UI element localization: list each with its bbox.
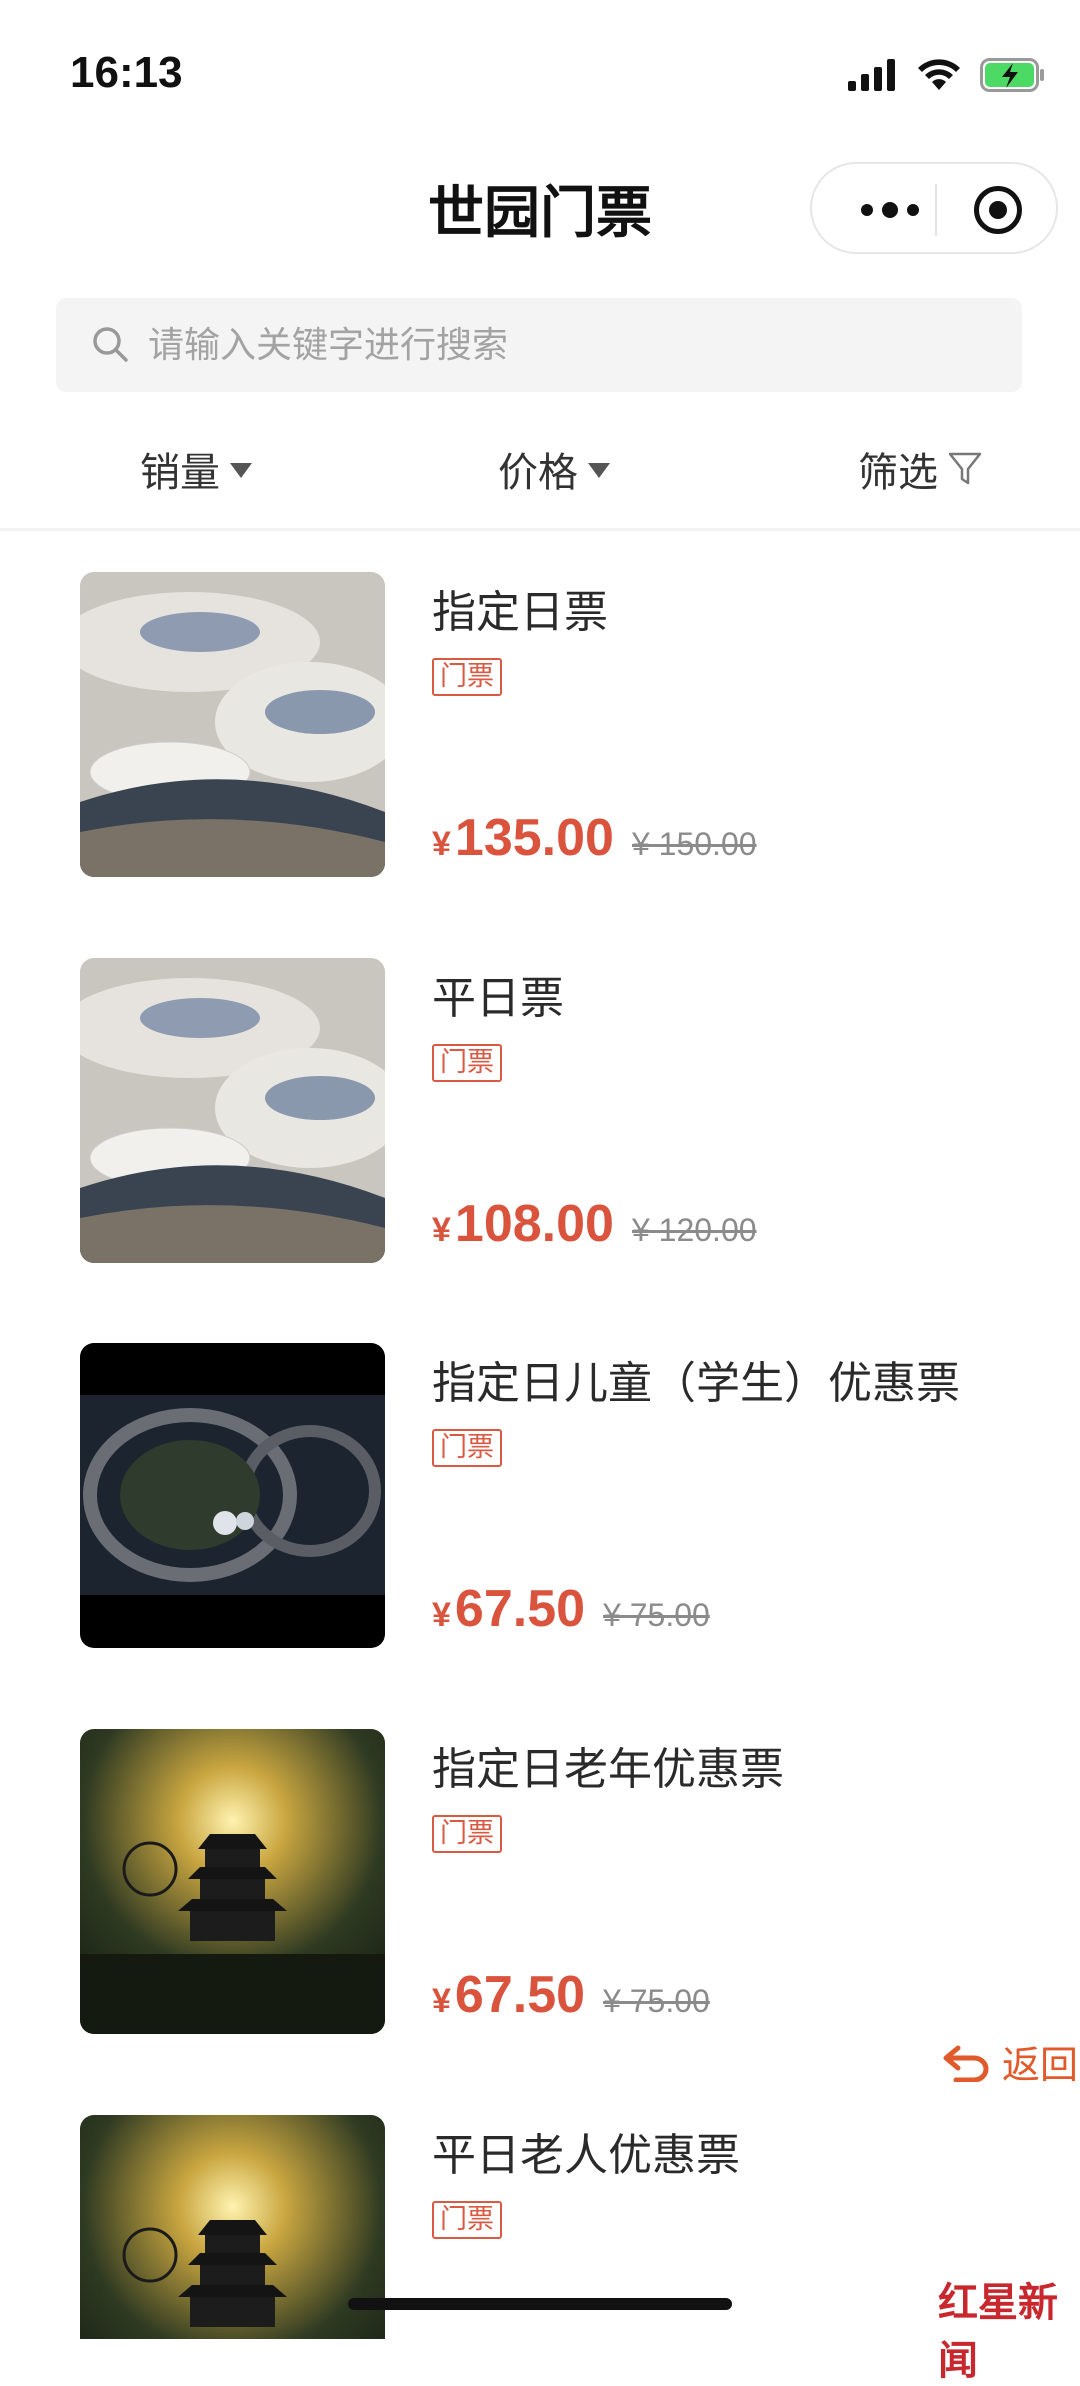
sort-price-label: 价格: [498, 450, 578, 496]
search-box[interactable]: [56, 298, 1022, 392]
product-item[interactable]: 指定日票 门票 ¥ 135.00 ¥ 150.00: [80, 572, 1060, 882]
yen-symbol: ¥: [432, 1982, 451, 2020]
product-price: ¥ 135.00 ¥ 150.00: [432, 808, 757, 868]
capsule-divider: [935, 184, 937, 236]
product-image: [80, 2115, 385, 2339]
original-price: ¥ 75.00: [603, 1597, 710, 1633]
price-value: 67.50: [454, 1966, 586, 2024]
sort-price[interactable]: 价格: [498, 440, 610, 498]
wifi-icon: [918, 59, 960, 90]
product-image: [80, 1343, 385, 1648]
mini-program-capsule: [810, 162, 1058, 254]
product-title: 指定日老年优惠票: [432, 1744, 784, 1795]
signal-icon: [848, 59, 895, 91]
product-item[interactable]: 平日票 门票 ¥ 108.00 ¥ 120.00: [80, 958, 1060, 1268]
filter-button[interactable]: 筛选: [858, 440, 982, 498]
price-value: 108.00: [454, 1195, 614, 1253]
product-tag: 门票: [432, 1044, 502, 1082]
search-icon: [93, 327, 128, 362]
yen-symbol: ¥: [432, 1596, 451, 1634]
close-icon[interactable]: [974, 186, 1022, 234]
yen-symbol: ¥: [432, 1211, 451, 1249]
status-time: 16:13: [70, 48, 183, 97]
triangle-down-icon: [230, 462, 252, 478]
price-value: 135.00: [454, 809, 614, 867]
filter-icon: [948, 452, 982, 485]
product-item[interactable]: 指定日儿童（学生）优惠票 门票 ¥ 67.50 ¥ 75.00: [80, 1343, 1060, 1653]
original-price: ¥ 120.00: [631, 1212, 757, 1248]
return-arrow-icon: [943, 2045, 989, 2082]
product-title: 平日票: [432, 973, 564, 1024]
product-title: 平日老人优惠票: [432, 2130, 740, 2181]
sort-sales-label: 销量: [140, 450, 220, 496]
more-icon[interactable]: [850, 197, 930, 223]
sort-divider: [0, 528, 1080, 531]
product-title: 指定日票: [432, 587, 608, 638]
back-label: 返回: [1002, 2043, 1079, 2087]
product-image: [80, 1729, 385, 2034]
product-tag: 门票: [432, 1815, 502, 1853]
product-image: [80, 958, 385, 1263]
filter-label: 筛选: [858, 450, 938, 496]
original-price: ¥ 75.00: [603, 1983, 710, 2019]
product-title: 指定日儿童（学生）优惠票: [432, 1358, 960, 1409]
product-tag: 门票: [432, 658, 502, 696]
price-value: 67.50: [454, 1580, 586, 1638]
product-item[interactable]: 指定日老年优惠票 门票 ¥ 67.50 ¥ 75.00: [80, 1729, 1060, 2039]
sort-sales[interactable]: 销量: [140, 440, 252, 498]
product-image: [80, 572, 385, 877]
product-price: ¥ 67.50 ¥ 75.00: [432, 1579, 710, 1639]
product-price: ¥ 67.50 ¥ 75.00: [432, 1965, 710, 2025]
yen-symbol: ¥: [432, 825, 451, 863]
original-price: ¥ 150.00: [631, 826, 757, 862]
back-button[interactable]: 返回: [942, 2034, 1078, 2089]
home-indicator: [348, 2298, 732, 2310]
product-tag: 门票: [432, 2201, 502, 2239]
search-input[interactable]: [148, 316, 948, 374]
triangle-down-icon: [588, 462, 610, 478]
battery-charging-icon: [980, 58, 1044, 92]
status-icons: [848, 58, 1046, 92]
watermark-logo: 红星新闻: [938, 2279, 1058, 2384]
product-tag: 门票: [432, 1429, 502, 1467]
product-price: ¥ 108.00 ¥ 120.00: [432, 1194, 757, 1254]
